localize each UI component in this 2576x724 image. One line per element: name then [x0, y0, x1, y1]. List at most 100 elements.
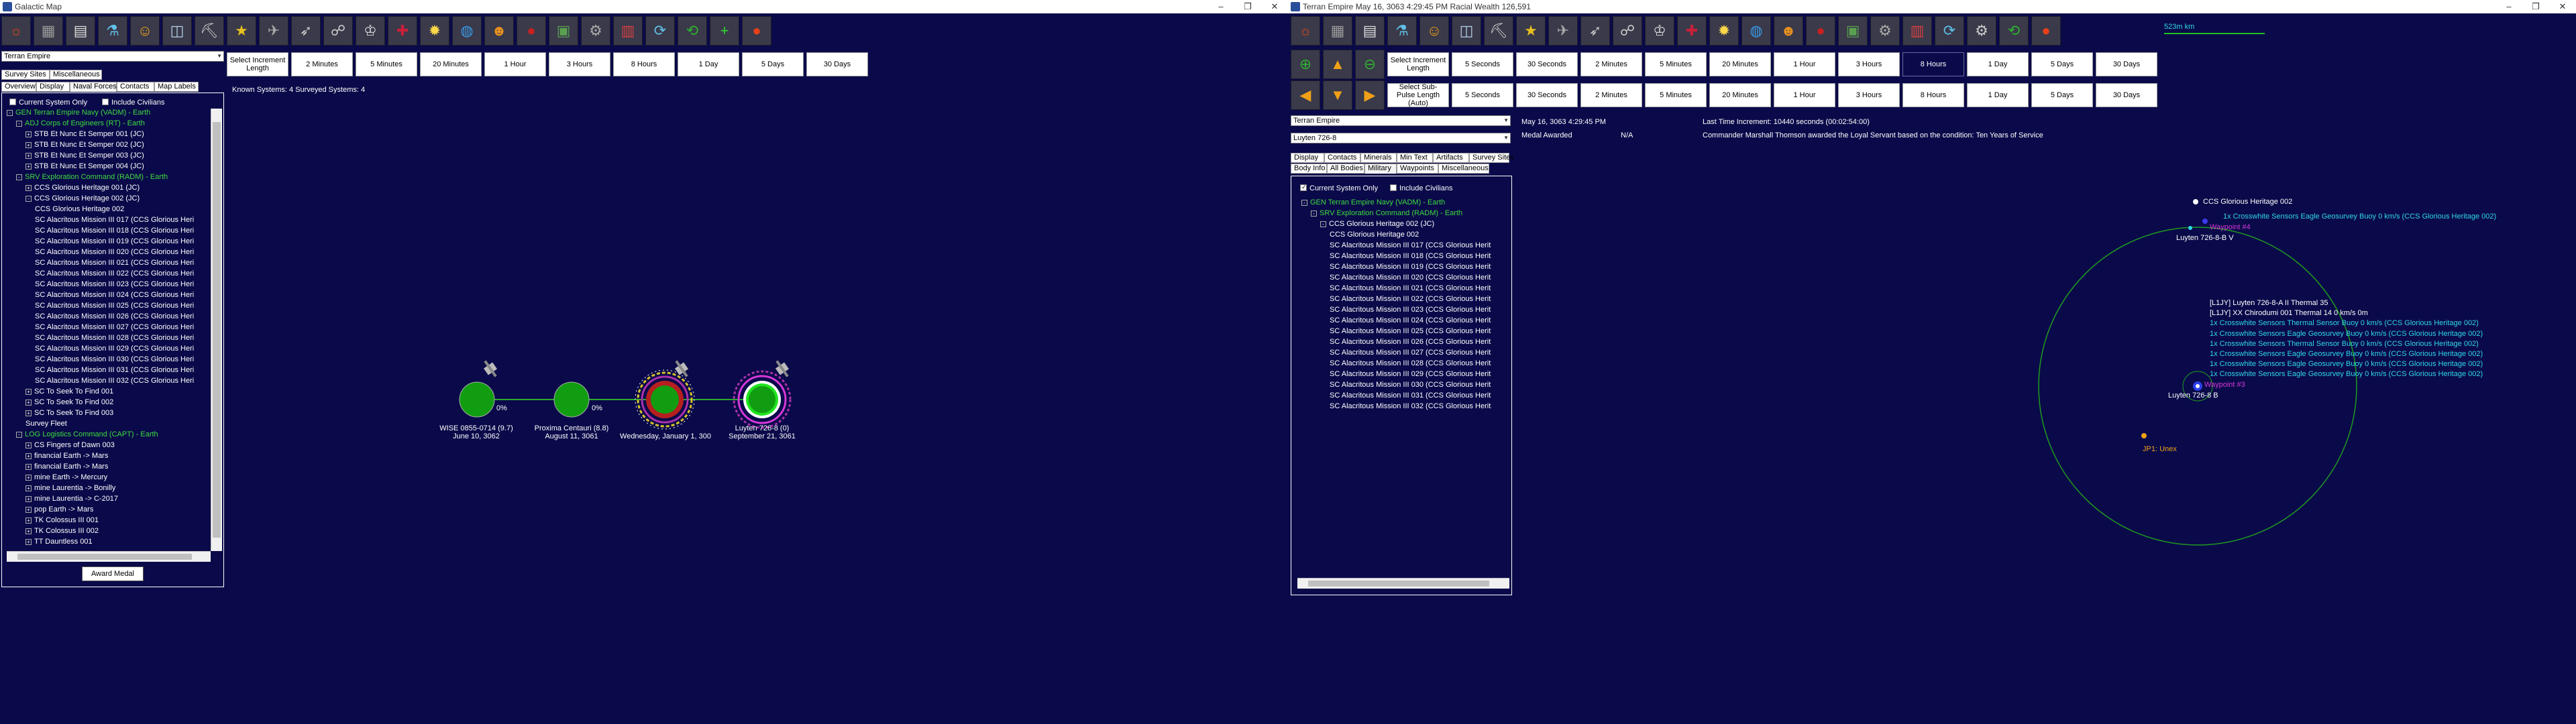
- tab-minerals[interactable]: Minerals: [1360, 153, 1397, 163]
- time-button[interactable]: 3 Hours: [1838, 52, 1900, 76]
- tree-node[interactable]: SC Alacritous Mission III 027 (CCS Glori…: [35, 323, 194, 331]
- ship-design-icon[interactable]: ✈: [259, 16, 288, 46]
- time-button[interactable]: 5 Minutes: [356, 52, 417, 76]
- tab-miscellaneous[interactable]: Miscellaneous: [50, 70, 102, 80]
- subpulse-button[interactable]: 2 Minutes: [1580, 83, 1642, 107]
- time-button[interactable]: 30 Days: [806, 52, 868, 76]
- world-icon[interactable]: ◍: [1741, 16, 1771, 46]
- add-icon[interactable]: +: [710, 16, 739, 46]
- world-icon[interactable]: ◍: [452, 16, 482, 46]
- tree-node[interactable]: SC Alacritous Mission III 020 (CCS Glori…: [1330, 274, 1491, 282]
- tab-overview[interactable]: Overview: [1, 82, 36, 92]
- time-button[interactable]: 1 Day: [678, 52, 739, 76]
- calendar-icon[interactable]: ▥: [1902, 16, 1932, 46]
- tree-node[interactable]: + financial Earth -> Mars: [25, 463, 108, 471]
- tree-node[interactable]: + SC To Seek To Find 001: [25, 387, 113, 396]
- creature-icon[interactable]: ☻: [484, 16, 514, 46]
- gear-icon[interactable]: ⚙: [1870, 16, 1900, 46]
- research-icon[interactable]: ⚗: [98, 16, 127, 46]
- tab-naval-forces[interactable]: Naval Forces: [70, 82, 117, 92]
- black-hole-icon[interactable]: ●: [1806, 16, 1835, 46]
- scroll-thumb[interactable]: [213, 122, 221, 538]
- expand-icon[interactable]: +: [25, 389, 32, 395]
- forward-icon[interactable]: ⟲: [678, 16, 707, 46]
- economics-icon[interactable]: ▤: [66, 16, 95, 46]
- tree-node[interactable]: SC Alacritous Mission III 023 (CCS Glori…: [1330, 306, 1491, 314]
- expand-icon[interactable]: +: [25, 131, 32, 137]
- current-system-only-checkbox[interactable]: Current System Only: [1300, 184, 1378, 192]
- tree-node[interactable]: SC Alacritous Mission III 026 (CCS Glori…: [1330, 338, 1491, 346]
- tree-node[interactable]: SC Alacritous Mission III 024 (CCS Glori…: [35, 291, 194, 299]
- subpulse-button[interactable]: 5 Days: [2031, 83, 2093, 107]
- tab-military[interactable]: Military: [1364, 164, 1397, 174]
- tree-node[interactable]: + mine Laurentia -> Bonilly: [25, 484, 115, 492]
- subpulse-button[interactable]: 5 Minutes: [1645, 83, 1707, 107]
- left-arrow-icon[interactable]: ◀: [1291, 80, 1320, 110]
- tab-contacts[interactable]: Contacts: [117, 82, 154, 92]
- tree-node[interactable]: + STB Et Nunc Et Semper 001 (JC): [25, 130, 144, 138]
- creature-icon[interactable]: ☻: [1774, 16, 1803, 46]
- tree-node[interactable]: + TK Colossus III 001: [25, 516, 99, 524]
- tree-node[interactable]: + STB Et Nunc Et Semper 003 (JC): [25, 152, 144, 160]
- tab-artifacts[interactable]: Artifacts: [1433, 153, 1469, 163]
- tree-node[interactable]: Survey Fleet: [25, 420, 67, 428]
- stop-icon[interactable]: ●: [742, 16, 771, 46]
- calendar-icon[interactable]: ▥: [613, 16, 643, 46]
- tree-node[interactable]: CCS Glorious Heritage 002: [35, 205, 124, 213]
- tree-node[interactable]: - ADJ Corps of Engineers (RT) - Earth: [16, 119, 145, 127]
- subpulse-button[interactable]: 20 Minutes: [1709, 83, 1771, 107]
- tab-contacts[interactable]: Contacts: [1324, 153, 1360, 163]
- tree-node[interactable]: SC Alacritous Mission III 031 (CCS Glori…: [35, 366, 194, 374]
- scroll-thumb[interactable]: [17, 554, 192, 560]
- collapse-icon[interactable]: -: [16, 432, 22, 438]
- award-medal-button[interactable]: Award Medal: [82, 566, 144, 581]
- collapse-icon[interactable]: -: [7, 110, 13, 116]
- ground-forces-icon[interactable]: ⛏: [1484, 16, 1513, 46]
- tree-node[interactable]: SC Alacritous Mission III 023 (CCS Glori…: [35, 280, 194, 288]
- tab-min-text[interactable]: Min Text: [1397, 153, 1433, 163]
- production-icon[interactable]: ▦: [34, 16, 63, 46]
- tree-node[interactable]: SC Alacritous Mission III 021 (CCS Glori…: [35, 259, 194, 267]
- production-icon[interactable]: ▦: [1323, 16, 1352, 46]
- expand-icon[interactable]: +: [25, 475, 32, 481]
- flag-icon[interactable]: ✚: [1677, 16, 1707, 46]
- tree-node[interactable]: SC Alacritous Mission III 017 (CCS Glori…: [35, 216, 194, 224]
- tab-display[interactable]: Display: [36, 82, 70, 92]
- include-civilians-checkbox[interactable]: Include Civilians: [102, 99, 164, 107]
- population-icon[interactable]: ☺: [130, 16, 160, 46]
- galaxy-icon[interactable]: ✹: [420, 16, 449, 46]
- expand-icon[interactable]: +: [25, 185, 32, 191]
- time-button[interactable]: 1 Hour: [1774, 52, 1835, 76]
- tree-node[interactable]: + pop Earth -> Mars: [25, 505, 93, 514]
- tree-node[interactable]: + SC To Seek To Find 002: [25, 398, 113, 406]
- collapse-icon[interactable]: -: [1320, 221, 1326, 227]
- subpulse-button[interactable]: 8 Hours: [1902, 83, 1964, 107]
- commanders-icon[interactable]: ★: [1516, 16, 1546, 46]
- research-icon[interactable]: ⚗: [1387, 16, 1417, 46]
- tech-icon[interactable]: ☍: [1613, 16, 1642, 46]
- collapse-icon[interactable]: -: [1311, 210, 1317, 217]
- time-button[interactable]: 3 Hours: [549, 52, 610, 76]
- tree-node[interactable]: + CCS Glorious Heritage 001 (JC): [25, 184, 140, 192]
- tree-node[interactable]: + financial Earth -> Mars: [25, 452, 108, 460]
- refresh-icon[interactable]: ⟳: [645, 16, 675, 46]
- expand-icon[interactable]: +: [25, 142, 32, 148]
- flag-icon[interactable]: ✚: [388, 16, 417, 46]
- tree-node[interactable]: + SC To Seek To Find 003: [25, 409, 113, 417]
- tree-node[interactable]: SC Alacritous Mission III 032 (CCS Glori…: [35, 377, 194, 385]
- tree-node[interactable]: SC Alacritous Mission III 027 (CCS Glori…: [1330, 349, 1491, 357]
- tree-node[interactable]: - GEN Terran Empire Navy (VADM) - Earth: [1301, 198, 1445, 206]
- system-map-canvas[interactable]: [1516, 154, 2576, 724]
- tree-node[interactable]: SC Alacritous Mission III 029 (CCS Glori…: [1330, 370, 1491, 378]
- expand-icon[interactable]: +: [25, 485, 32, 491]
- tree-node[interactable]: SC Alacritous Mission III 031 (CCS Glori…: [1330, 391, 1491, 400]
- scroll-thumb[interactable]: [1308, 581, 1489, 587]
- select-increment-button[interactable]: Select Increment Length: [227, 52, 288, 76]
- subpulse-button[interactable]: 30 Seconds: [1516, 83, 1578, 107]
- tech-icon[interactable]: ☍: [323, 16, 353, 46]
- tab-waypoints[interactable]: Waypoints: [1397, 164, 1438, 174]
- include-civilians-checkbox[interactable]: Include Civilians: [1390, 184, 1452, 192]
- tree-node[interactable]: - GEN Terran Empire Navy (VADM) - Earth: [7, 109, 150, 117]
- tree-node[interactable]: + STB Et Nunc Et Semper 004 (JC): [25, 162, 144, 170]
- tree-node[interactable]: SC Alacritous Mission III 025 (CCS Glori…: [1330, 327, 1491, 335]
